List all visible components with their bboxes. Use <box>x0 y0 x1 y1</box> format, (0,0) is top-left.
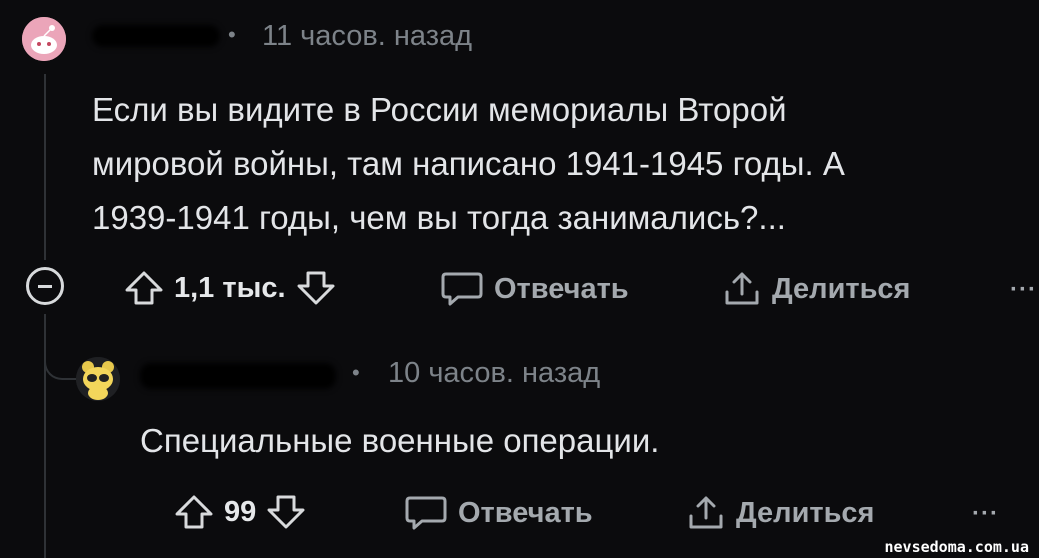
upvote-arrow-icon[interactable] <box>174 494 214 530</box>
share-icon <box>722 270 762 308</box>
share-icon <box>686 494 726 532</box>
share-button[interactable]: Делиться <box>722 270 910 308</box>
username-redacted[interactable] <box>92 25 220 47</box>
snoo-bear-avatar-icon <box>76 357 120 401</box>
vote-group: 1,1 тыс. <box>124 270 336 306</box>
comment-line: мировой войны, там написано 1941-1945 го… <box>92 145 845 182</box>
reply-button[interactable]: Отвечать <box>404 494 593 532</box>
comment-line: Специальные военные операции. <box>140 422 660 459</box>
vote-count: 99 <box>224 495 257 528</box>
more-options-icon[interactable]: ··· <box>1010 276 1037 304</box>
collapse-minus-icon[interactable] <box>26 267 64 305</box>
vote-group: 99 <box>174 494 306 530</box>
reply-label: Отвечать <box>494 272 629 305</box>
avatar[interactable] <box>22 17 66 61</box>
vote-count: 1,1 тыс. <box>174 271 286 304</box>
thread-line-main <box>44 74 46 260</box>
timestamp: 10 часов. назад <box>388 357 601 389</box>
separator-dot: • <box>228 22 236 47</box>
separator-dot: • <box>352 360 360 385</box>
watermark: nevsedoma.com.ua <box>884 538 1030 556</box>
share-label: Делиться <box>772 272 911 305</box>
comment-line: 1939-1941 годы, чем вы тогда занимались?… <box>92 199 786 236</box>
avatar[interactable] <box>76 357 120 401</box>
downvote-arrow-icon[interactable] <box>296 270 336 306</box>
downvote-arrow-icon[interactable] <box>266 494 306 530</box>
thread-branch <box>44 336 76 380</box>
reply-button[interactable]: Отвечать <box>440 270 629 308</box>
share-label: Делиться <box>736 496 875 529</box>
comment-body: Если вы видите в России мемориалы Второй… <box>92 83 845 245</box>
reply-label: Отвечать <box>458 496 593 529</box>
more-options-icon[interactable]: ··· <box>972 500 999 528</box>
comment-bubble-icon <box>404 494 448 532</box>
timestamp: 11 часов. назад <box>262 20 473 52</box>
comment-body: Специальные военные операции. <box>140 414 659 468</box>
reddit-snoo-icon <box>22 17 66 61</box>
comment-line: Если вы видите в России мемориалы Второй <box>92 91 787 128</box>
username-redacted[interactable] <box>140 363 336 389</box>
upvote-arrow-icon[interactable] <box>124 270 164 306</box>
comment-bubble-icon <box>440 270 484 308</box>
share-button[interactable]: Делиться <box>686 494 874 532</box>
